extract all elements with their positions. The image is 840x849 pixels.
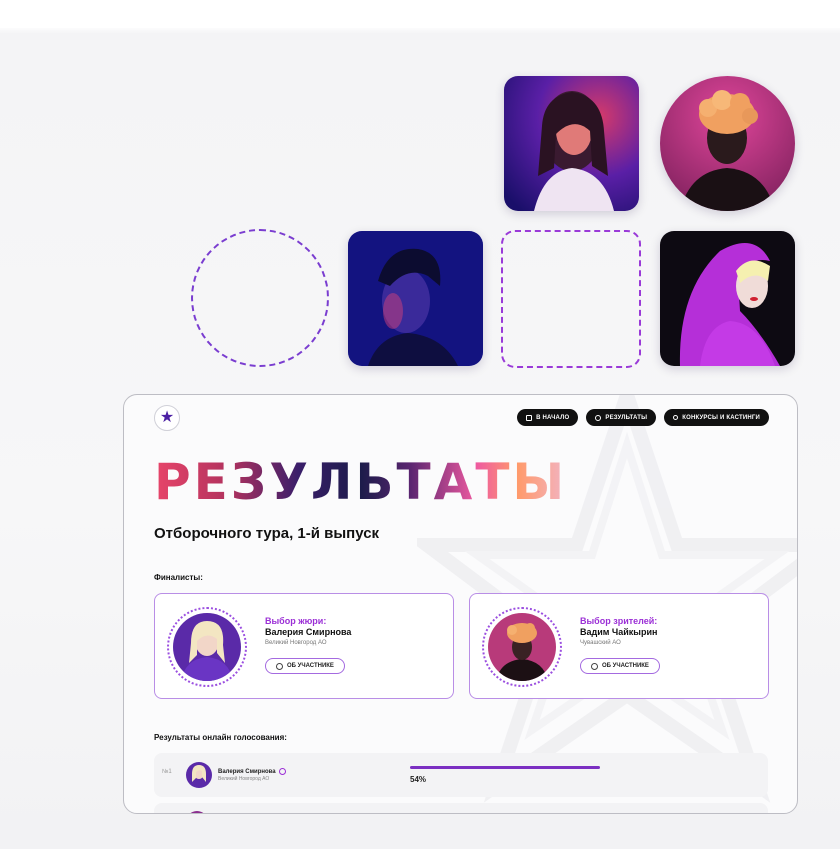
avatar	[186, 762, 212, 788]
nav-results-label: РЕЗУЛЬТАТЫ	[605, 414, 648, 421]
verified-badge-icon	[278, 768, 286, 775]
info-icon	[276, 662, 283, 670]
vote-participant-city: Великий Новгород АО	[218, 776, 270, 782]
top-whitespace	[0, 0, 840, 28]
top-navigation: В НАЧАЛО РЕЗУЛЬТАТЫ КОНКУРСЫ И КАСТИНГИ	[517, 409, 769, 426]
finalists-heading: Финалисты:	[154, 573, 203, 582]
logo-glyph: ★	[159, 409, 175, 426]
nav-contests-button[interactable]: КОНКУРСЫ И КАСТИНГИ	[664, 409, 769, 426]
voting-results-heading: Результаты онлайн голосования:	[154, 733, 287, 742]
photo-tile-boy-blue-light[interactable]	[348, 231, 483, 366]
about-participant-button[interactable]: ОБ УЧАСТНИКЕ	[580, 658, 660, 674]
portrait-photo	[660, 231, 795, 366]
about-participant-button[interactable]: ОБ УЧАСТНИКЕ	[265, 658, 345, 674]
vote-participant-name: Валерия Смирнова	[218, 768, 276, 775]
finalist-photo	[173, 613, 241, 681]
finalist-card-jury[interactable]: Выбор жюри: Валерия Смирнова Великий Нов…	[154, 593, 454, 699]
info-icon	[591, 662, 598, 670]
photo-tile-girl-red-light[interactable]	[504, 76, 639, 211]
finalist-city: Чувашский АО	[580, 640, 621, 646]
results-page-preview: ★ В НАЧАЛО РЕЗУЛЬТАТЫ КОНКУРСЫ И КАСТИНГ…	[123, 394, 798, 814]
finalist-card-audience[interactable]: Выбор зрителей: Вадим Чайкырин Чувашский…	[469, 593, 769, 699]
page-title: РЕЗУЛЬТАТЫ	[154, 453, 568, 511]
participant-photo	[186, 762, 212, 788]
vote-percent: 54%	[410, 775, 427, 784]
home-icon	[526, 414, 533, 421]
nav-home-label: В НАЧАЛО	[536, 414, 570, 421]
finalist-photo	[488, 613, 556, 681]
about-participant-label: ОБ УЧАСТНИКЕ	[287, 663, 334, 669]
vote-progress-bar	[410, 766, 600, 769]
avatar	[167, 607, 247, 687]
portrait-photo	[504, 76, 639, 211]
finalist-name: Вадим Чайкырин	[580, 627, 658, 637]
vote-result-row[interactable]: №1 Валерия Смирнова Великий Новгород АО …	[154, 753, 768, 797]
photo-tile-girl-purple-hood[interactable]	[660, 231, 795, 366]
portrait-photo	[348, 231, 483, 366]
avatar	[186, 811, 208, 813]
portrait-photo	[660, 76, 795, 211]
vote-participant: Валерия Смирнова	[218, 768, 286, 775]
empty-square-slot[interactable]	[501, 230, 641, 368]
empty-circle-slot[interactable]	[191, 229, 329, 367]
finalist-kind: Выбор жюри:	[265, 616, 327, 626]
music-note-icon	[673, 415, 679, 420]
vote-result-row[interactable]	[154, 803, 768, 813]
page-subtitle: Отборочного тура, 1-й выпуск	[154, 525, 380, 542]
photo-tile-boy-orange-hair[interactable]	[660, 76, 795, 211]
finalist-city: Великий Новгород АО	[265, 640, 327, 646]
star-logo-icon[interactable]: ★	[154, 405, 180, 431]
avatar	[482, 607, 562, 687]
nav-contests-label: КОНКУРСЫ И КАСТИНГИ	[682, 414, 760, 421]
finalist-name: Валерия Смирнова	[265, 627, 352, 637]
nav-home-button[interactable]: В НАЧАЛО	[517, 409, 579, 426]
person-icon	[595, 414, 602, 421]
nav-results-button[interactable]: РЕЗУЛЬТАТЫ	[586, 409, 657, 426]
about-participant-label: ОБ УЧАСТНИКЕ	[602, 663, 649, 669]
finalist-kind: Выбор зрителей:	[580, 616, 658, 626]
vote-rank: №1	[162, 769, 172, 775]
